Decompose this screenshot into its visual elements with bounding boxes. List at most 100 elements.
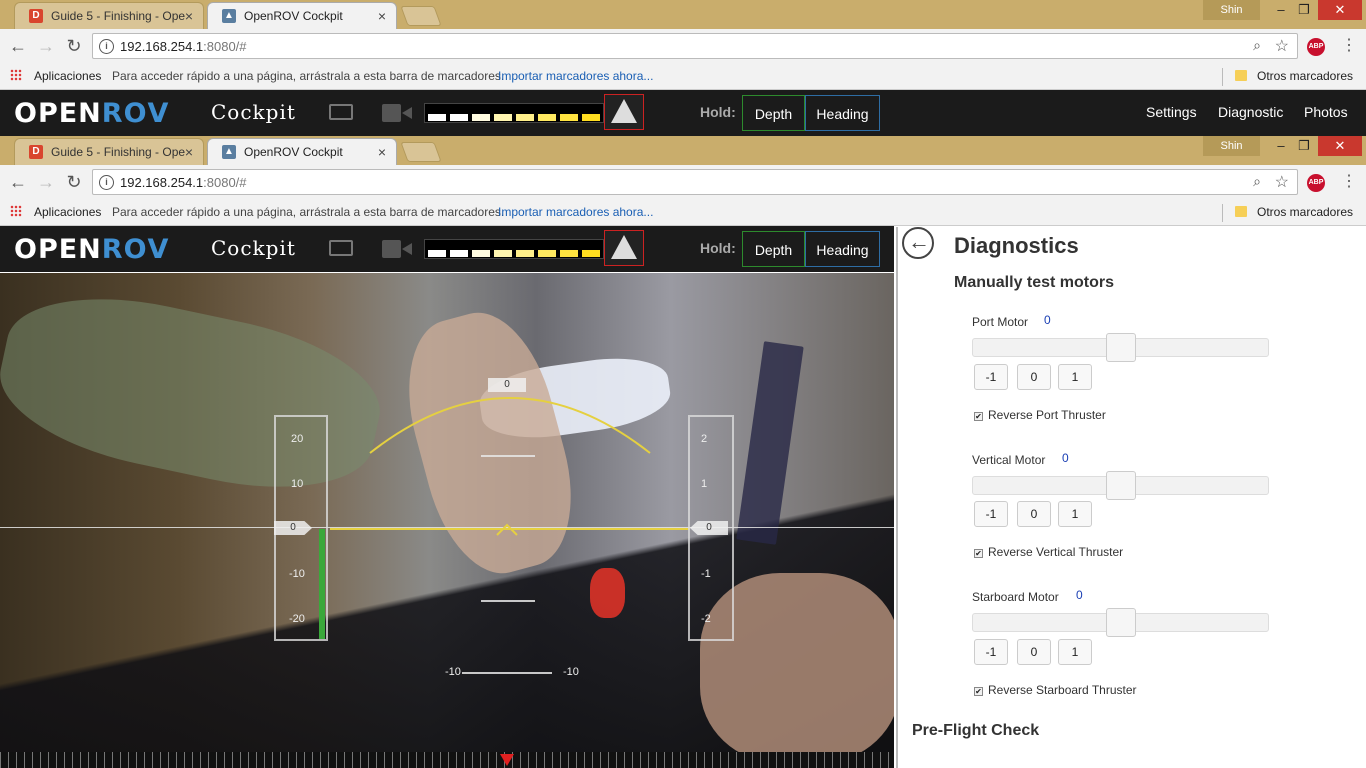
- back-button[interactable]: ←: [6, 170, 30, 194]
- port-plus-button[interactable]: 1: [1058, 364, 1092, 390]
- reload-button[interactable]: ↻: [62, 34, 86, 58]
- new-tab-button[interactable]: [400, 6, 442, 26]
- adblock-icon[interactable]: ABP: [1307, 38, 1325, 56]
- bookmark-star-icon[interactable]: ☆: [1275, 36, 1289, 56]
- tab-title: Guide 5 - Finishing - Ope: [51, 145, 186, 159]
- browser-menu-icon[interactable]: ⋮: [1341, 171, 1357, 191]
- other-bookmarks-link[interactable]: Otros marcadores: [1257, 205, 1353, 219]
- slider-handle[interactable]: [1106, 333, 1136, 362]
- slider-handle[interactable]: [1106, 471, 1136, 500]
- vertical-motor-slider[interactable]: [972, 471, 1269, 500]
- back-arrow-icon[interactable]: ←: [902, 227, 934, 259]
- video-camera-icon[interactable]: [382, 104, 412, 122]
- battery-cell: [516, 250, 534, 257]
- cockpit-header-top: OPENRОV Cockpit Hold: Depth Heading Sett…: [0, 90, 1366, 136]
- battery-cell: [582, 114, 600, 121]
- port-zero-button[interactable]: 0: [1017, 364, 1051, 390]
- starboard-motor-slider[interactable]: [972, 608, 1269, 637]
- keyboard-icon[interactable]: [329, 104, 353, 120]
- close-window-button[interactable]: ✕: [1318, 0, 1362, 20]
- port-minus-button[interactable]: -1: [974, 364, 1008, 390]
- zoom-icon[interactable]: ⌕: [1253, 173, 1261, 190]
- tab-guide[interactable]: D Guide 5 - Finishing - Ope ×: [14, 138, 204, 165]
- import-bookmarks-link[interactable]: Importar marcadores ahora...: [498, 205, 653, 219]
- tab-guide[interactable]: D Guide 5 - Finishing - Ope ×: [14, 2, 204, 29]
- tab-close-icon[interactable]: ×: [378, 3, 386, 29]
- bookmark-star-icon[interactable]: ☆: [1275, 172, 1289, 192]
- tab-openrov[interactable]: ▲ OpenROV Cockpit ×: [207, 2, 397, 29]
- port-motor-label: Port Motor: [972, 315, 1029, 329]
- settings-link[interactable]: Settings: [1146, 104, 1197, 120]
- tab-close-icon[interactable]: ×: [378, 139, 386, 165]
- reload-button[interactable]: ↻: [62, 170, 86, 194]
- video-camera-icon[interactable]: [382, 240, 412, 258]
- tab-title: Guide 5 - Finishing - Ope: [51, 9, 186, 23]
- laser-button[interactable]: [604, 230, 644, 266]
- tab-title: OpenROV Cockpit: [244, 145, 343, 159]
- photos-link[interactable]: Photos: [1304, 104, 1348, 120]
- diagnostics-panel: ← Diagnostics Manually test motors Port …: [896, 227, 1366, 768]
- apps-grid-icon[interactable]: [10, 69, 22, 81]
- reverse-port-checkbox[interactable]: ✔: [974, 412, 983, 421]
- vertical-plus-button[interactable]: 1: [1058, 501, 1092, 527]
- new-tab-button[interactable]: [400, 142, 442, 162]
- starboard-plus-button[interactable]: 1: [1058, 639, 1092, 665]
- url-text: 192.168.254.1:8080/#: [120, 175, 247, 190]
- hold-label: Hold:: [700, 240, 736, 256]
- bookmarks-hint: Para acceder rápido a una página, arrást…: [112, 205, 505, 219]
- import-bookmarks-link[interactable]: Importar marcadores ahora...: [498, 69, 653, 83]
- info-icon[interactable]: i: [99, 175, 114, 190]
- address-bar-row: ← → ↻ i 192.168.254.1:8080/# ⌕ ☆ ABP ⋮: [0, 165, 1366, 200]
- keyboard-icon[interactable]: [329, 240, 353, 256]
- browser-menu-icon[interactable]: ⋮: [1341, 35, 1357, 55]
- d-favicon-icon: D: [29, 9, 43, 23]
- battery-indicator: [424, 239, 604, 259]
- starboard-zero-button[interactable]: 0: [1017, 639, 1051, 665]
- vertical-zero-button[interactable]: 0: [1017, 501, 1051, 527]
- heading-hold-button[interactable]: Heading: [805, 231, 880, 267]
- heading-hold-button[interactable]: Heading: [805, 95, 880, 131]
- diagnostic-link[interactable]: Diagnostic: [1218, 104, 1283, 120]
- laser-warning-icon: [611, 99, 637, 123]
- apps-grid-icon[interactable]: [10, 205, 22, 217]
- reverse-vertical-checkbox[interactable]: ✔: [974, 549, 983, 558]
- user-profile-chip[interactable]: Shin: [1203, 0, 1260, 20]
- panel-subtitle: Manually test motors: [954, 274, 1115, 291]
- depth-hold-button[interactable]: Depth: [742, 231, 805, 267]
- reverse-starboard-checkbox[interactable]: ✔: [974, 687, 983, 696]
- battery-cell: [450, 250, 468, 257]
- back-button[interactable]: ←: [6, 34, 30, 58]
- roll-marker: 0: [488, 378, 526, 392]
- url-input[interactable]: i 192.168.254.1:8080/# ⌕ ☆: [92, 169, 1298, 195]
- depth-tick: -2: [701, 613, 711, 625]
- battery-cell: [538, 114, 556, 121]
- other-bookmarks-link[interactable]: Otros marcadores: [1257, 69, 1353, 83]
- apps-link[interactable]: Aplicaciones: [34, 69, 101, 83]
- battery-cell: [494, 114, 512, 121]
- port-motor-slider[interactable]: [972, 333, 1269, 362]
- video-shape: [736, 341, 804, 545]
- tab-openrov[interactable]: ▲ OpenROV Cockpit ×: [207, 138, 397, 165]
- slider-handle[interactable]: [1106, 608, 1136, 637]
- apps-link[interactable]: Aplicaciones: [34, 205, 101, 219]
- reverse-port-label: Reverse Port Thruster: [988, 408, 1106, 422]
- close-window-button[interactable]: ✕: [1318, 136, 1362, 156]
- roll-label-right: -10: [563, 666, 579, 678]
- starboard-motor-value: 0: [1076, 588, 1083, 602]
- user-profile-chip[interactable]: Shin: [1203, 136, 1260, 156]
- tab-close-icon[interactable]: ×: [185, 3, 193, 29]
- laser-warning-icon: [611, 235, 637, 259]
- adblock-icon[interactable]: ABP: [1307, 174, 1325, 192]
- laser-button[interactable]: [604, 94, 644, 130]
- info-icon[interactable]: i: [99, 39, 114, 54]
- forward-button[interactable]: →: [34, 170, 58, 194]
- url-input[interactable]: i 192.168.254.1:8080/# ⌕ ☆: [92, 33, 1298, 59]
- starboard-minus-button[interactable]: -1: [974, 639, 1008, 665]
- depth-hold-button[interactable]: Depth: [742, 95, 805, 131]
- zoom-icon[interactable]: ⌕: [1253, 37, 1261, 54]
- tab-close-icon[interactable]: ×: [185, 139, 193, 165]
- forward-button[interactable]: →: [34, 34, 58, 58]
- vertical-minus-button[interactable]: -1: [974, 501, 1008, 527]
- depth-tick: 2: [701, 433, 708, 445]
- video-shape: [0, 275, 393, 511]
